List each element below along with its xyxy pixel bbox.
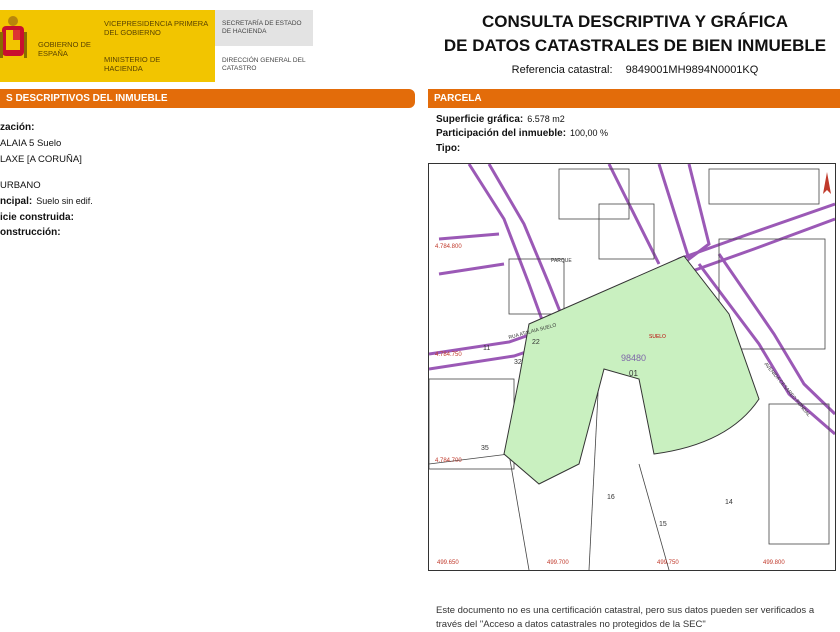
participacion: Participación del inmueble: 100,00 % (436, 128, 609, 139)
construccion-label: onstrucción: (0, 227, 61, 238)
ref-label: Referencia catastral: (511, 64, 613, 76)
map-coord-x4: 499.800 (763, 560, 785, 566)
map-parcel-32: 32 (514, 359, 522, 366)
gov-espana-label: GOBIERNO DE ESPAÑA (38, 40, 91, 58)
title-line-2: DE DATOS CATASTRALES DE BIEN INMUEBLE (443, 36, 827, 55)
map-street-2: AVENIDA CESAREO PONDAL (762, 361, 811, 418)
map-parcel-22: 22 (532, 339, 540, 346)
page-title: CONSULTA DESCRIPTIVA Y GRÁFICA DE DATOS … (430, 10, 840, 58)
coat-of-arms-icon (0, 16, 27, 58)
referencia-catastral: Referencia catastral: 9849001MH9894N0001… (430, 64, 840, 76)
map-parcel-16: 16 (607, 494, 615, 501)
localizacion-label: zación: (0, 122, 35, 133)
map-coord-y2: 4.784.750 (435, 352, 462, 358)
address-line-1: ALAIA 5 Suelo (0, 138, 62, 149)
map-parcel-11: 11 (483, 345, 490, 352)
secretaria-label: SECRETARÍA DE ESTADO DE HACIENDA (222, 20, 302, 35)
direccion-label: DIRECCIÓN GENERAL DEL CATASTRO (222, 57, 306, 72)
clase-value: URBANO (0, 180, 41, 191)
map-coord-y3: 4.784.700 (435, 458, 462, 464)
north-arrow-icon (823, 172, 831, 194)
parcela-header: PARCELA (428, 89, 840, 108)
map-parcel-35: 35 (481, 445, 489, 452)
footer-note: Este documento no es una certificación c… (436, 604, 840, 632)
map-svg: SUELO 98480 01 RUA ATALAIA SUELO AVENIDA… (429, 164, 835, 570)
ministerio-label: MINISTERIO DE HACIENDA (104, 55, 161, 73)
uso-principal: ncipal: Suelo sin edif. (0, 196, 93, 207)
superficie-construida-label: icie construida: (0, 212, 74, 223)
map-coord-x2: 499.700 (547, 560, 569, 566)
footer-line-1: Este documento no es una certificación c… (436, 605, 815, 616)
ref-value: 9849001MH9894N0001KQ (625, 64, 759, 76)
cadastral-map[interactable]: SUELO 98480 01 RUA ATALAIA SUELO AVENIDA… (428, 163, 836, 571)
address-line-2: LAXE [A CORUÑA] (0, 154, 82, 165)
datos-descriptivos-header: S DESCRIPTIVOS DEL INMUEBLE (0, 89, 415, 108)
title-line-1: CONSULTA DESCRIPTIVA Y GRÁFICA (481, 12, 789, 31)
map-small-label: PARQUE (551, 258, 572, 264)
tipo-label: Tipo: (436, 143, 461, 154)
map-coord-x3: 499.750 (657, 560, 679, 566)
superficie-grafica: Superficie gráfica: 6.578 m2 (436, 114, 565, 125)
map-coord-x1: 499.650 (437, 560, 459, 566)
map-parcel-14: 14 (725, 499, 733, 506)
vicepresidencia-label: VICEPRESIDENCIA PRIMERA DEL GOBIERNO (104, 19, 208, 37)
map-parcel-15: 15 (659, 521, 667, 528)
map-parcel-id: 98480 (621, 353, 646, 363)
map-subparcel: 01 (629, 369, 638, 378)
map-coord-y1: 4.784.800 (435, 244, 462, 250)
map-suelo-label: SUELO (649, 334, 666, 340)
